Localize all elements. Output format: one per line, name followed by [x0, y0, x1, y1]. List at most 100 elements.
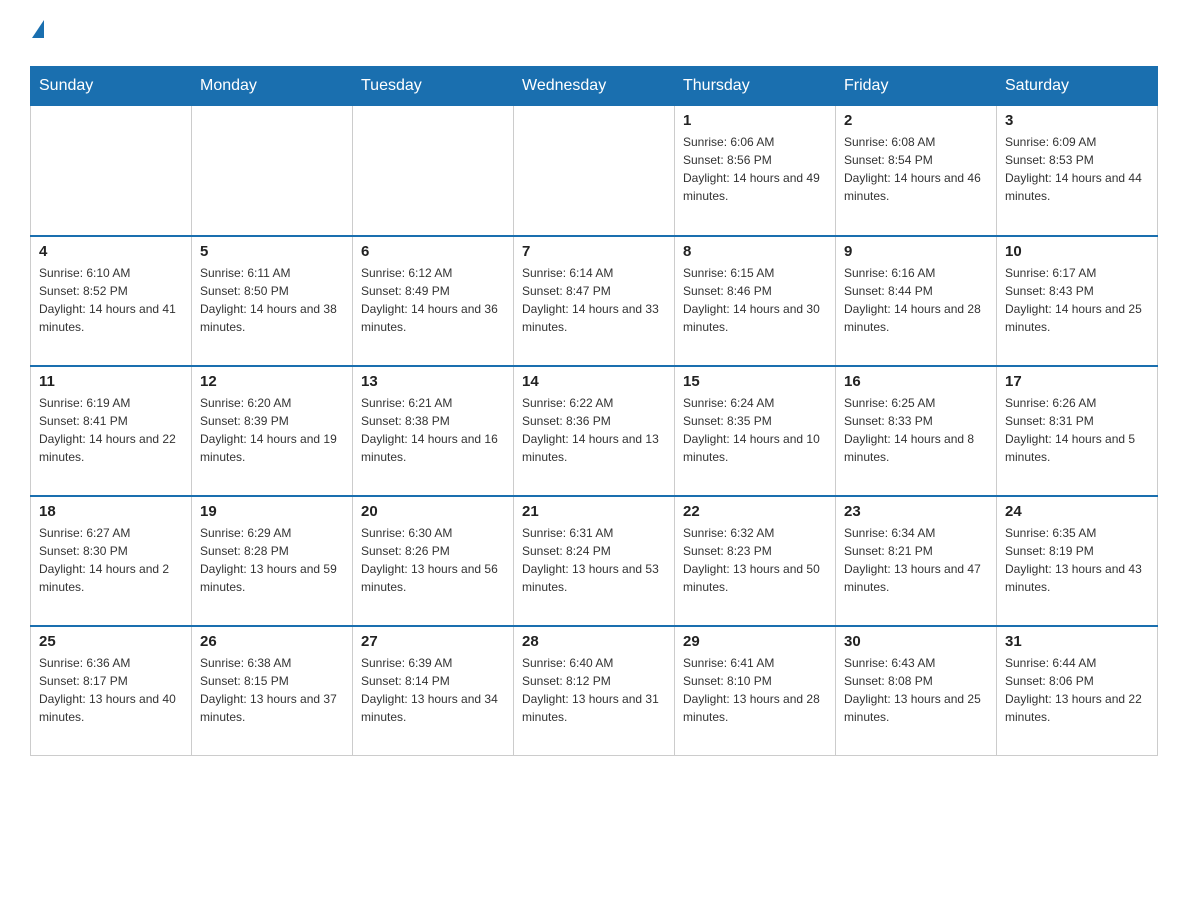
calendar-cell: 19 Sunrise: 6:29 AM Sunset: 8:28 PM Dayli… [192, 496, 353, 626]
calendar-cell: 6Sunrise: 6:12 AM Sunset: 8:49 PM Daylig… [353, 236, 514, 366]
calendar-cell: 2 Sunrise: 6:08 AM Sunset: 8:54 PM Daylig… [836, 106, 997, 236]
calendar-cell: 14 Sunrise: 6:22 AM Sunset: 8:36 PM Dayli… [514, 366, 675, 496]
day-info: Sunrise: 6:29 AM Sunset: 8:28 PM Dayligh… [200, 524, 344, 596]
calendar-cell: 13 Sunrise: 6:21 AM Sunset: 8:38 PM Dayli… [353, 366, 514, 496]
day-number: 16 [844, 373, 988, 390]
day-info: Sunrise: 6:06 AM Sunset: 8:56 PM Dayligh… [683, 133, 827, 205]
day-number: 19 [200, 503, 344, 520]
day-number: 25 [39, 633, 183, 650]
day-number: 20 [361, 503, 505, 520]
day-number: 5 [200, 243, 344, 260]
day-number: 21 [522, 503, 666, 520]
day-number: 4 [39, 243, 183, 260]
calendar-cell: 30 Sunrise: 6:43 AM Sunset: 8:08 PM Dayli… [836, 626, 997, 756]
day-info: Sunrise: 6:30 AM Sunset: 8:26 PM Dayligh… [361, 524, 505, 596]
calendar-cell [353, 106, 514, 236]
calendar-cell [192, 106, 353, 236]
day-info: Sunrise: 6:24 AM Sunset: 8:35 PM Dayligh… [683, 394, 827, 466]
calendar-cell: 17 Sunrise: 6:26 AM Sunset: 8:31 PM Dayli… [997, 366, 1158, 496]
day-of-week-header: Thursday [675, 67, 836, 106]
calendar-cell: 22Sunrise: 6:32 AM Sunset: 8:23 PM Dayli… [675, 496, 836, 626]
day-info: Sunrise: 6:21 AM Sunset: 8:38 PM Dayligh… [361, 394, 505, 466]
day-number: 10 [1005, 243, 1149, 260]
day-info: Sunrise: 6:19 AM Sunset: 8:41 PM Dayligh… [39, 394, 183, 466]
logo-triangle-icon [32, 20, 44, 38]
day-of-week-header: Sunday [31, 67, 192, 106]
calendar-week-row: 4 Sunrise: 6:10 AM Sunset: 8:52 PM Daylig… [31, 236, 1158, 366]
calendar-week-row: 1 Sunrise: 6:06 AM Sunset: 8:56 PM Daylig… [31, 106, 1158, 236]
calendar-cell [31, 106, 192, 236]
day-info: Sunrise: 6:40 AM Sunset: 8:12 PM Dayligh… [522, 654, 666, 726]
day-info: Sunrise: 6:41 AM Sunset: 8:10 PM Dayligh… [683, 654, 827, 726]
calendar-cell: 23Sunrise: 6:34 AM Sunset: 8:21 PM Dayli… [836, 496, 997, 626]
day-info: Sunrise: 6:08 AM Sunset: 8:54 PM Dayligh… [844, 133, 988, 205]
day-number: 11 [39, 373, 183, 390]
calendar-cell: 28 Sunrise: 6:40 AM Sunset: 8:12 PM Dayli… [514, 626, 675, 756]
calendar-cell [514, 106, 675, 236]
calendar-table: SundayMondayTuesdayWednesdayThursdayFrid… [30, 66, 1158, 756]
day-number: 31 [1005, 633, 1149, 650]
calendar-cell: 27 Sunrise: 6:39 AM Sunset: 8:14 PM Dayli… [353, 626, 514, 756]
day-number: 30 [844, 633, 988, 650]
day-of-week-header: Monday [192, 67, 353, 106]
calendar-cell: 24Sunrise: 6:35 AM Sunset: 8:19 PM Dayli… [997, 496, 1158, 626]
day-info: Sunrise: 6:27 AM Sunset: 8:30 PM Dayligh… [39, 524, 183, 596]
day-info: Sunrise: 6:39 AM Sunset: 8:14 PM Dayligh… [361, 654, 505, 726]
day-info: Sunrise: 6:09 AM Sunset: 8:53 PM Dayligh… [1005, 133, 1149, 205]
day-number: 18 [39, 503, 183, 520]
day-number: 14 [522, 373, 666, 390]
calendar-cell: 25 Sunrise: 6:36 AM Sunset: 8:17 PM Dayli… [31, 626, 192, 756]
calendar-week-row: 11 Sunrise: 6:19 AM Sunset: 8:41 PM Dayli… [31, 366, 1158, 496]
day-number: 26 [200, 633, 344, 650]
calendar-cell: 11 Sunrise: 6:19 AM Sunset: 8:41 PM Dayli… [31, 366, 192, 496]
day-number: 12 [200, 373, 344, 390]
calendar-cell: 7Sunrise: 6:14 AM Sunset: 8:47 PM Daylig… [514, 236, 675, 366]
day-number: 7 [522, 243, 666, 260]
day-info: Sunrise: 6:26 AM Sunset: 8:31 PM Dayligh… [1005, 394, 1149, 466]
day-info: Sunrise: 6:25 AM Sunset: 8:33 PM Dayligh… [844, 394, 988, 466]
day-info: Sunrise: 6:22 AM Sunset: 8:36 PM Dayligh… [522, 394, 666, 466]
day-info: Sunrise: 6:10 AM Sunset: 8:52 PM Dayligh… [39, 264, 183, 336]
day-number: 15 [683, 373, 827, 390]
day-number: 9 [844, 243, 988, 260]
calendar-cell: 9 Sunrise: 6:16 AM Sunset: 8:44 PM Daylig… [836, 236, 997, 366]
day-of-week-header: Tuesday [353, 67, 514, 106]
day-of-week-header: Wednesday [514, 67, 675, 106]
calendar-week-row: 25 Sunrise: 6:36 AM Sunset: 8:17 PM Dayli… [31, 626, 1158, 756]
day-number: 28 [522, 633, 666, 650]
day-number: 27 [361, 633, 505, 650]
day-number: 17 [1005, 373, 1149, 390]
calendar-cell: 26 Sunrise: 6:38 AM Sunset: 8:15 PM Dayli… [192, 626, 353, 756]
calendar-cell: 3Sunrise: 6:09 AM Sunset: 8:53 PM Daylig… [997, 106, 1158, 236]
day-number: 23 [844, 503, 988, 520]
day-info: Sunrise: 6:44 AM Sunset: 8:06 PM Dayligh… [1005, 654, 1149, 726]
calendar-cell: 12 Sunrise: 6:20 AM Sunset: 8:39 PM Dayli… [192, 366, 353, 496]
day-of-week-header: Saturday [997, 67, 1158, 106]
day-number: 6 [361, 243, 505, 260]
day-number: 22 [683, 503, 827, 520]
day-info: Sunrise: 6:20 AM Sunset: 8:39 PM Dayligh… [200, 394, 344, 466]
day-info: Sunrise: 6:35 AM Sunset: 8:19 PM Dayligh… [1005, 524, 1149, 596]
day-info: Sunrise: 6:16 AM Sunset: 8:44 PM Dayligh… [844, 264, 988, 336]
day-number: 13 [361, 373, 505, 390]
day-info: Sunrise: 6:43 AM Sunset: 8:08 PM Dayligh… [844, 654, 988, 726]
logo [30, 20, 44, 46]
day-number: 2 [844, 112, 988, 129]
calendar-cell: 21Sunrise: 6:31 AM Sunset: 8:24 PM Dayli… [514, 496, 675, 626]
calendar-week-row: 18 Sunrise: 6:27 AM Sunset: 8:30 PM Dayli… [31, 496, 1158, 626]
page-header [30, 20, 1158, 46]
day-of-week-header: Friday [836, 67, 997, 106]
day-info: Sunrise: 6:36 AM Sunset: 8:17 PM Dayligh… [39, 654, 183, 726]
day-info: Sunrise: 6:38 AM Sunset: 8:15 PM Dayligh… [200, 654, 344, 726]
day-info: Sunrise: 6:17 AM Sunset: 8:43 PM Dayligh… [1005, 264, 1149, 336]
calendar-cell: 15 Sunrise: 6:24 AM Sunset: 8:35 PM Dayli… [675, 366, 836, 496]
day-number: 1 [683, 112, 827, 129]
day-number: 29 [683, 633, 827, 650]
day-number: 8 [683, 243, 827, 260]
calendar-header-row: SundayMondayTuesdayWednesdayThursdayFrid… [31, 67, 1158, 106]
calendar-cell: 31 Sunrise: 6:44 AM Sunset: 8:06 PM Dayli… [997, 626, 1158, 756]
calendar-cell: 8Sunrise: 6:15 AM Sunset: 8:46 PM Daylig… [675, 236, 836, 366]
calendar-cell: 5 Sunrise: 6:11 AM Sunset: 8:50 PM Daylig… [192, 236, 353, 366]
day-info: Sunrise: 6:11 AM Sunset: 8:50 PM Dayligh… [200, 264, 344, 336]
calendar-cell: 18 Sunrise: 6:27 AM Sunset: 8:30 PM Dayli… [31, 496, 192, 626]
